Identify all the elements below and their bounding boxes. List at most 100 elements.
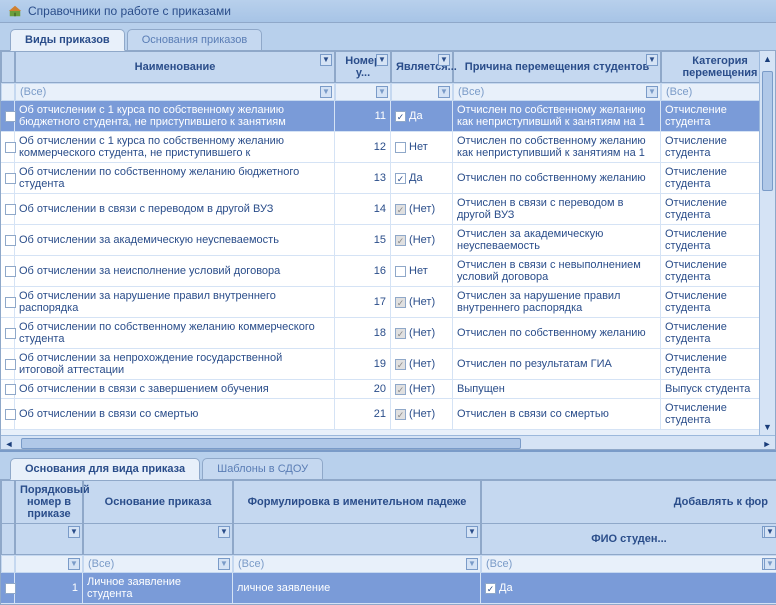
- is-checkbox[interactable]: [395, 384, 406, 395]
- scroll-up-button[interactable]: ▲: [760, 51, 775, 67]
- tab-grounds-for-type[interactable]: Основания для вида приказа: [10, 458, 200, 480]
- filter-dropdown-icon[interactable]: ▼: [320, 86, 332, 98]
- cell-is[interactable]: (Нет): [391, 380, 453, 399]
- filter-cell[interactable]: (Все)▼: [481, 555, 776, 573]
- is-checkbox[interactable]: [395, 111, 406, 122]
- row-checkbox[interactable]: [5, 266, 16, 277]
- col-header-dropdown-icon[interactable]: ▼: [320, 54, 332, 66]
- filter-cell[interactable]: [1, 83, 15, 101]
- col-header-is[interactable]: Является...▼: [391, 51, 453, 83]
- filter-cell[interactable]: ▼: [391, 83, 453, 101]
- cell-is[interactable]: (Нет): [391, 399, 453, 430]
- cell-is[interactable]: (Нет): [391, 349, 453, 380]
- filter-cell[interactable]: ▼: [335, 83, 391, 101]
- col-header-ordnum[interactable]: Порядковый номер в приказе: [15, 480, 83, 523]
- cell-is[interactable]: Нет: [391, 256, 453, 287]
- table-row[interactable]: Об отчислении за непрохождение государст…: [1, 349, 775, 380]
- filter-dropdown-icon[interactable]: ▼: [466, 558, 478, 570]
- table-row[interactable]: Об отчислении в связи со смертью21 (Нет)…: [1, 399, 775, 430]
- vertical-scrollbar[interactable]: ▲ ▼: [759, 51, 775, 435]
- col-header-checkbox[interactable]: [1, 480, 15, 523]
- col-header-dropdown-icon[interactable]: ▼: [466, 526, 478, 538]
- filter-cell[interactable]: (Все)▼: [453, 83, 661, 101]
- is-checkbox[interactable]: [395, 297, 406, 308]
- row-checkbox[interactable]: [5, 359, 16, 370]
- row-checkbox[interactable]: [5, 297, 16, 308]
- tab-order-grounds[interactable]: Основания приказов: [127, 29, 262, 51]
- cell-fio[interactable]: Да: [481, 573, 776, 604]
- filter-cell[interactable]: (Все)▼: [661, 83, 775, 101]
- table-row[interactable]: Об отчислении с 1 курса по собственному …: [1, 101, 775, 132]
- col-header-dropdown-icon[interactable]: ▼: [376, 54, 388, 66]
- cell-is[interactable]: (Нет): [391, 287, 453, 318]
- cell-is[interactable]: (Нет): [391, 225, 453, 256]
- cell-is[interactable]: Да: [391, 101, 453, 132]
- row-checkbox[interactable]: [5, 328, 16, 339]
- cell-is[interactable]: (Нет): [391, 318, 453, 349]
- col-header-base[interactable]: Основание приказа: [83, 480, 233, 523]
- row-checkbox[interactable]: [5, 204, 16, 215]
- col-header-formulation[interactable]: Формулировка в именительном падеже: [233, 480, 481, 523]
- filter-cell[interactable]: (Все)▼: [15, 83, 335, 101]
- table-row[interactable]: Об отчислении по собственному желанию ко…: [1, 318, 775, 349]
- table-row[interactable]: Об отчислении за академическую неуспевае…: [1, 225, 775, 256]
- col-header-reason[interactable]: Причина перемещения студентов▼: [453, 51, 661, 83]
- col-header-name[interactable]: Наименование▼: [15, 51, 335, 83]
- col-header-dropdown-icon[interactable]: ▼: [646, 54, 658, 66]
- col-header-fio[interactable]: ФИО студен...▼: [481, 523, 776, 555]
- scroll-thumb[interactable]: [762, 71, 773, 191]
- filter-dropdown-icon[interactable]: ▼: [68, 558, 80, 570]
- col-header-dropdown-icon[interactable]: ▼: [438, 54, 450, 66]
- row-checkbox[interactable]: [5, 173, 16, 184]
- row-checkbox[interactable]: [5, 142, 16, 153]
- col-header-category[interactable]: Категория перемещения: [661, 51, 775, 83]
- row-checkbox-cell[interactable]: [1, 163, 15, 194]
- table-row[interactable]: Об отчислении за неисполнение условий до…: [1, 256, 775, 287]
- is-checkbox[interactable]: [395, 204, 406, 215]
- col-header-ordnum[interactable]: ▼: [15, 523, 83, 555]
- col-header-dropdown-icon[interactable]: ▼: [764, 526, 776, 538]
- row-checkbox-cell[interactable]: [1, 380, 15, 399]
- row-checkbox-cell[interactable]: [1, 573, 15, 604]
- is-checkbox[interactable]: [395, 142, 406, 153]
- row-checkbox-cell[interactable]: [1, 256, 15, 287]
- row-checkbox-cell[interactable]: [1, 101, 15, 132]
- row-checkbox-cell[interactable]: [1, 225, 15, 256]
- table-row[interactable]: Об отчислении с 1 курса по собственному …: [1, 132, 775, 163]
- row-checkbox-cell[interactable]: [1, 132, 15, 163]
- cell-is[interactable]: (Нет): [391, 194, 453, 225]
- horizontal-scrollbar[interactable]: ◄ ►: [1, 435, 775, 450]
- row-checkbox[interactable]: [5, 583, 16, 594]
- filter-dropdown-icon[interactable]: ▼: [218, 558, 230, 570]
- table-row[interactable]: Об отчислении в связи с переводом в друг…: [1, 194, 775, 225]
- col-header-dropdown-icon[interactable]: ▼: [68, 526, 80, 538]
- filter-dropdown-icon[interactable]: ▼: [646, 86, 658, 98]
- row-checkbox-cell[interactable]: [1, 349, 15, 380]
- row-checkbox-cell[interactable]: [1, 194, 15, 225]
- filter-cell[interactable]: ▼: [15, 555, 83, 573]
- row-checkbox-cell[interactable]: [1, 287, 15, 318]
- row-checkbox[interactable]: [5, 409, 16, 420]
- filter-dropdown-icon[interactable]: ▼: [764, 558, 776, 570]
- col-header-addto[interactable]: Добавлять к фор: [481, 480, 776, 523]
- table-row[interactable]: Об отчислении по собственному желанию бю…: [1, 163, 775, 194]
- table-row[interactable]: 1Личное заявление студенталичное заявлен…: [1, 573, 776, 604]
- scroll-thumb[interactable]: [21, 438, 521, 449]
- row-checkbox-cell[interactable]: [1, 318, 15, 349]
- is-checkbox[interactable]: [395, 409, 406, 420]
- tab-order-types[interactable]: Виды приказов: [10, 29, 125, 51]
- filter-cell[interactable]: [1, 555, 15, 573]
- col-header-formulation[interactable]: ▼: [233, 523, 481, 555]
- filter-cell[interactable]: (Все)▼: [83, 555, 233, 573]
- cell-is[interactable]: Да: [391, 163, 453, 194]
- scroll-down-button[interactable]: ▼: [760, 419, 775, 435]
- col-header-checkbox[interactable]: [1, 523, 15, 555]
- table-row[interactable]: Об отчислении за нарушение правил внутре…: [1, 287, 775, 318]
- is-checkbox[interactable]: [395, 173, 406, 184]
- col-header-num[interactable]: Номер у...▼: [335, 51, 391, 83]
- table-row[interactable]: Об отчислении в связи с завершением обуч…: [1, 380, 775, 399]
- col-header-base[interactable]: ▼: [83, 523, 233, 555]
- row-checkbox-cell[interactable]: [1, 399, 15, 430]
- tab-templates[interactable]: Шаблоны в СДОУ: [202, 458, 323, 480]
- is-checkbox[interactable]: [395, 359, 406, 370]
